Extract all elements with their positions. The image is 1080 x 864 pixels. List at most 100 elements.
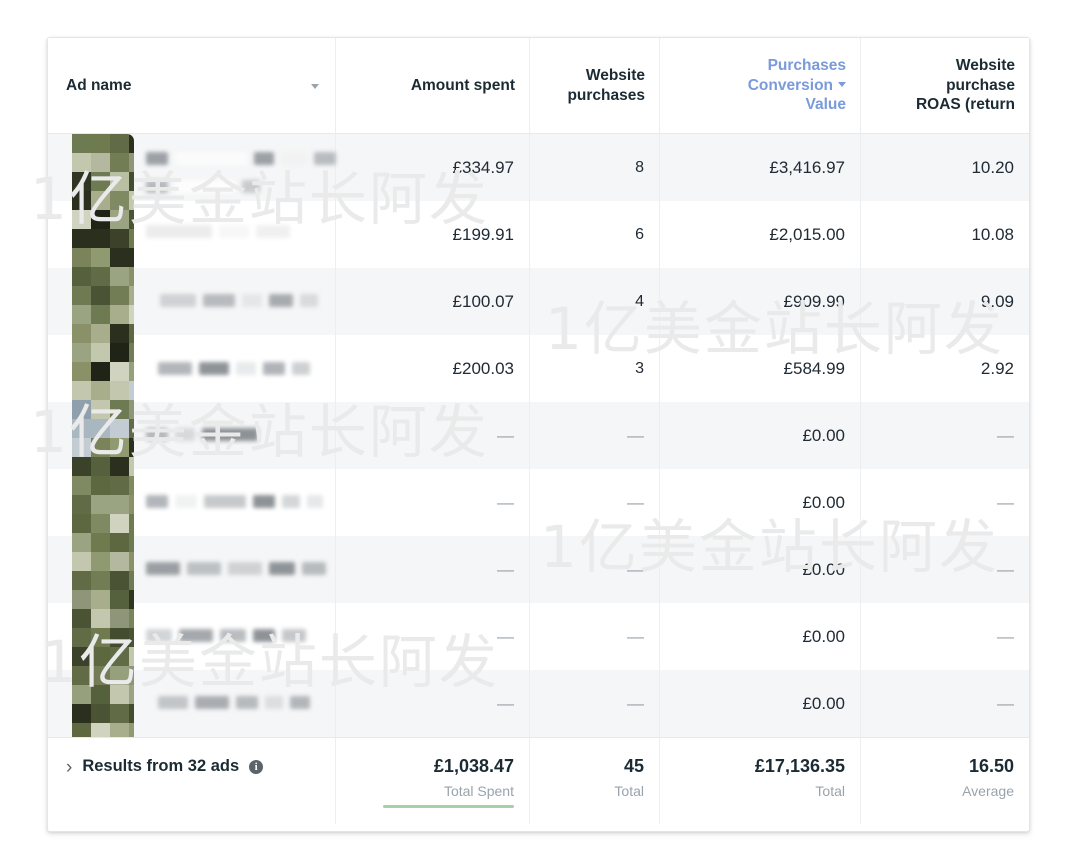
thumbnail-pixel	[91, 514, 110, 533]
table-row[interactable]: — — £0.00 —	[48, 469, 1029, 536]
thumbnail-pixel	[110, 191, 129, 210]
thumbnail-pixel	[72, 533, 91, 552]
table-row[interactable]: £200.03 3 £584.99 2.92	[48, 335, 1029, 402]
column-header-ad-name-label: Ad name	[66, 76, 131, 96]
ad-name-redacted-secondary	[146, 180, 260, 193]
footer-results-label: Results from 32 ads	[82, 757, 239, 776]
footer-roas-sublabel: Average	[962, 783, 1014, 799]
thumbnail-pixel	[129, 172, 134, 191]
cell-amount-spent: —	[335, 670, 529, 737]
thumbnail-pixel	[72, 552, 91, 571]
cell-amount-spent: —	[335, 402, 529, 469]
thumbnail-pixel	[72, 343, 91, 362]
thumbnail-pixel	[91, 343, 110, 362]
thumbnail-pixel	[72, 685, 91, 704]
chevron-down-icon[interactable]	[311, 84, 319, 89]
thumbnail-pixel	[91, 628, 110, 647]
thumbnail-pixel	[129, 495, 134, 514]
thumbnail-pixel	[72, 571, 91, 590]
column-header-amount-spent[interactable]: Amount spent	[335, 38, 529, 133]
info-icon[interactable]: i	[249, 760, 263, 774]
footer-conversion-value-sublabel: Total	[815, 783, 845, 799]
thumbnail-pixel	[129, 400, 134, 419]
thumbnail-pixel	[72, 457, 91, 476]
thumbnail-pixel	[72, 704, 91, 723]
table-row[interactable]: £100.07 4 £909.99 9.09	[48, 268, 1029, 335]
thumbnail-pixel	[91, 134, 110, 153]
cell-conversion-value: £0.00	[659, 402, 860, 469]
table-row[interactable]: — — £0.00 —	[48, 536, 1029, 603]
thumbnail-pixel	[91, 229, 110, 248]
column-header-website-purchases[interactable]: Website purchases	[529, 38, 659, 133]
column-header-website-purchase-roas[interactable]: Website purchase ROAS (return	[860, 38, 1029, 133]
footer-amount-spent: £1,038.47 Total Spent	[335, 738, 529, 824]
thumbnail-pixel	[91, 476, 110, 495]
thumbnail-pixel	[129, 666, 134, 685]
footer-conversion-value: £17,136.35 Total	[659, 738, 860, 824]
chevron-down-icon[interactable]	[838, 82, 846, 87]
column-header-purchases-conversion-value[interactable]: Purchases Conversion Value	[659, 38, 860, 133]
ad-name-redacted	[146, 562, 326, 575]
thumbnail-pixel	[91, 571, 110, 590]
thumbnail-pixel	[129, 438, 134, 457]
footer-results-summary[interactable]: › Results from 32 ads i	[48, 738, 335, 824]
cell-roas: —	[860, 603, 1029, 670]
thumbnail-pixel	[129, 514, 134, 533]
thumbnail-pixel	[72, 723, 91, 737]
thumbnail-pixel	[72, 476, 91, 495]
thumbnail-pixel	[110, 134, 129, 153]
thumbnail-pixel	[129, 210, 134, 229]
thumbnail-pixel	[129, 419, 134, 438]
thumbnail-pixel	[91, 438, 110, 457]
thumbnail-pixel	[129, 590, 134, 609]
cell-website-purchases: 3	[529, 335, 659, 402]
thumbnail-pixel	[91, 400, 110, 419]
cell-roas: —	[860, 469, 1029, 536]
thumbnail-pixel	[110, 286, 129, 305]
cell-website-purchases: —	[529, 603, 659, 670]
ads-results-table: Ad name Amount spent Website purchases P…	[47, 37, 1030, 832]
thumbnail-pixel	[110, 647, 129, 666]
footer-amount-spent-value: £1,038.47	[434, 756, 514, 777]
cell-website-purchases: —	[529, 536, 659, 603]
spent-progress-bar	[383, 805, 514, 808]
thumbnail-pixel	[110, 305, 129, 324]
chevron-right-icon[interactable]: ›	[66, 758, 72, 777]
thumbnail-pixel	[110, 324, 129, 343]
cell-amount-spent: £200.03	[335, 335, 529, 402]
thumbnail-pixel	[91, 153, 110, 172]
thumbnail-pixel	[110, 666, 129, 685]
thumbnail-pixel	[72, 286, 91, 305]
thumbnail-pixel	[110, 362, 129, 381]
thumbnail-pixel	[110, 609, 129, 628]
table-row[interactable]: — — £0.00 —	[48, 603, 1029, 670]
footer-roas: 16.50 Average	[860, 738, 1029, 824]
thumbnail-pixel	[91, 305, 110, 324]
ad-creative-thumbnail-strip	[60, 134, 134, 737]
footer-website-purchases-sublabel: Total	[614, 783, 644, 799]
thumbnail-pixel	[129, 324, 134, 343]
thumbnail-pixel	[72, 381, 91, 400]
thumbnail-pixel	[110, 172, 129, 191]
thumbnail-pixel	[129, 571, 134, 590]
table-row[interactable]: £334.97 8 £3,416.97 10.20	[48, 134, 1029, 201]
cell-website-purchases: 4	[529, 268, 659, 335]
footer-conversion-value-value: £17,136.35	[755, 756, 845, 777]
footer-website-purchases: 45 Total	[529, 738, 659, 824]
table-row[interactable]: — — £0.00 —	[48, 402, 1029, 469]
thumbnail-pixel	[110, 552, 129, 571]
table-row[interactable]: £199.91 6 £2,015.00 10.08	[48, 201, 1029, 268]
thumbnail-pixel	[72, 191, 91, 210]
cell-roas: —	[860, 670, 1029, 737]
cell-amount-spent: —	[335, 603, 529, 670]
thumbnail-pixel	[129, 552, 134, 571]
thumbnail-pixel	[91, 362, 110, 381]
thumbnail-pixel	[72, 305, 91, 324]
thumbnail-pixel	[129, 723, 134, 737]
thumbnail-pixel	[129, 229, 134, 248]
cell-conversion-value: £584.99	[659, 335, 860, 402]
column-header-ad-name[interactable]: Ad name	[48, 38, 335, 133]
table-row[interactable]: — — £0.00 —	[48, 670, 1029, 737]
cell-website-purchases: —	[529, 670, 659, 737]
thumbnail-pixel	[72, 153, 91, 172]
